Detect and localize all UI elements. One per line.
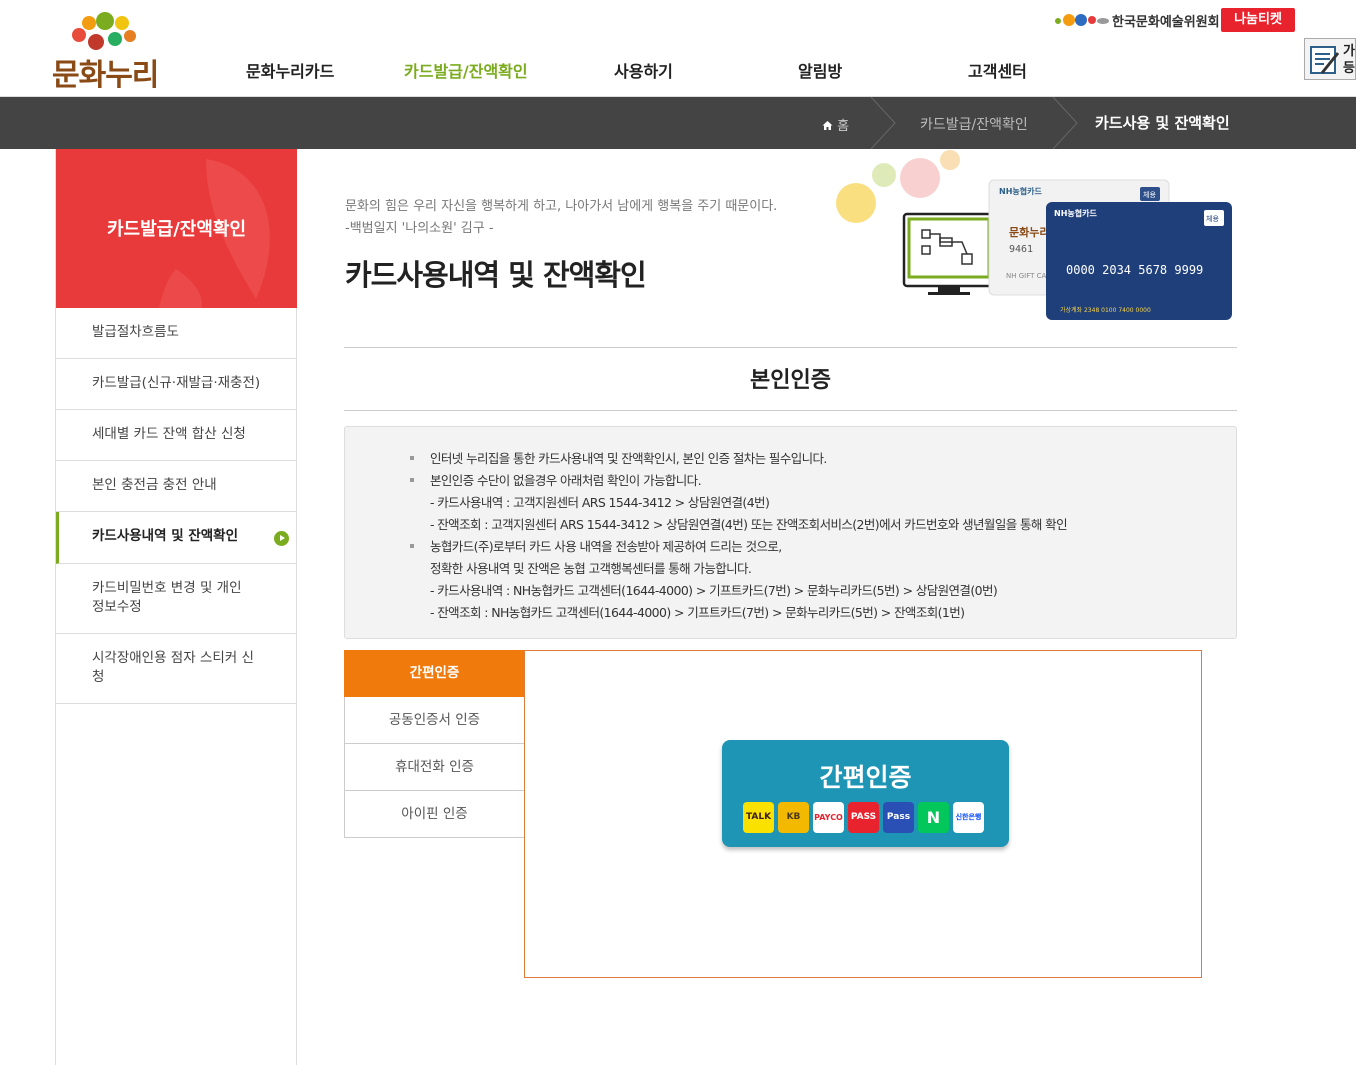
sidebar-item-label: 카드사용내역 및 잔액확인 [92,528,239,544]
side-tab-label: 가 등 [1343,44,1355,76]
nav-item-customer-center[interactable]: 고객센터 [968,58,1027,82]
tab-phone-auth[interactable]: 휴대전화 인증 [344,744,525,791]
breadcrumb-home[interactable]: 홈 [822,115,849,135]
pass-icon: PASS [848,802,879,833]
nav-item-card-issue[interactable]: 카드발급/잔액확인 [404,58,528,82]
easy-auth-title: 간편인증 [819,763,912,792]
payco-icon: PAYCO [813,802,844,833]
divider [344,410,1237,411]
notice-box: 인터넷 누리집을 통한 카드사용내역 및 잔액확인시, 본인 인증 절차는 필수… [344,426,1237,639]
notice-line: 본인인증 수단이 없을경우 아래처럼 확인이 가능합니다. [430,473,702,488]
tab-ipin-auth[interactable]: 아이핀 인증 [344,791,525,838]
shinhan-bank-icon: 신한은행 [953,802,984,833]
nav-item-usage[interactable]: 사용하기 [614,58,673,82]
document-edit-icon [1310,46,1340,74]
section-title: 본인인증 [750,368,831,393]
breadcrumb: 홈 카드발급/잔액확인 카드사용 및 잔액확인 [0,97,1356,149]
sidebar-item-card-issue[interactable]: 카드발급(신규·재발급·재충전) [56,359,297,410]
svg-text:체용: 체용 [1143,191,1156,199]
svg-text:0000 2034 5678 9999: 0000 2034 5678 9999 [1066,263,1203,277]
svg-text:체용: 체용 [1206,215,1219,223]
svg-text:NH농협카드: NH농협카드 [999,186,1042,196]
breadcrumb-section[interactable]: 카드발급/잔액확인 [920,114,1028,134]
arrow-right-icon [274,531,289,546]
sidebar-item-self-charge[interactable]: 본인 충전금 충전 안내 [56,461,297,512]
sidebar-item-password-change[interactable]: 카드비밀번호 변경 및 개인 정보수정 [56,564,297,634]
sidebar-item-household-balance[interactable]: 세대별 카드 잔액 합산 신청 [56,410,297,461]
notice-line: - 카드사용내역 : 고객지원센터 ARS 1544-3412 > 상담원연결(… [430,495,770,510]
quote-line-1: 문화의 힘은 우리 자신을 행복하게 하고, 나아가서 남에게 행복을 주기 때… [345,199,778,214]
nav-item-notice[interactable]: 알림방 [798,58,842,82]
notice-line: - 잔액조회 : 고객지원센터 ARS 1544-3412 > 상담원연결(4번… [430,517,1068,532]
breadcrumb-current[interactable]: 카드사용 및 잔액확인 [1095,112,1230,133]
svg-text:가상계좌 2348 0100 7400 0000: 가상계좌 2348 0100 7400 0000 [1060,306,1151,314]
kakaotalk-icon: TALK [743,802,774,833]
notice-line: 정확한 사용내역 및 잔액은 농협 고객행복센터를 통해 가능합니다. [430,561,752,576]
easy-auth-button[interactable]: 간편인증 TALK KB PAYCO PASS Pass N 신한은행 [722,740,1009,847]
arts-council-link[interactable]: 한국문화예술위원회 [1112,11,1220,30]
logo-text: 문화누리 [52,58,159,93]
side-quick-tab[interactable]: 가 등 [1304,38,1356,80]
home-icon [822,120,833,135]
sidebar-item-usage-balance[interactable]: 카드사용내역 및 잔액확인 [56,512,297,564]
sidebar-title: 카드발급/잔액확인 [106,219,247,240]
svg-text:9461: 9461 [1009,244,1033,255]
sidebar-header: 카드발급/잔액확인 [56,149,297,308]
svg-text:문화누리: 문화누리 [1009,225,1049,239]
hero-illustration: NH농협카드 문화누리 9461 NH GIFT CA 체용 NH농협카드 체용… [834,150,1236,320]
tab-easy-auth[interactable]: 간편인증 [344,650,525,697]
notice-line: 인터넷 누리집을 통한 카드사용내역 및 잔액확인시, 본인 인증 절차는 필수… [430,451,827,466]
bullet-icon [410,478,414,482]
sidebar: 카드발급/잔액확인 발급절차흐름도 카드발급(신규·재발급·재충전) 세대별 카… [55,149,297,1065]
sidebar-menu: 발급절차흐름도 카드발급(신규·재발급·재충전) 세대별 카드 잔액 합산 신청… [56,308,297,704]
notice-line: - 카드사용내역 : NH농협카드 고객센터(1644-4000) > 기프트카… [430,583,998,598]
bullet-icon [410,544,414,548]
quote-line-2: -백범일지 '나의소원' 김구 - [345,221,494,236]
samsung-pass-icon: Pass [883,802,914,833]
notice-line: 농협카드(주)로부터 카드 사용 내역을 전송받아 제공하여 드리는 것으로, [430,539,782,554]
sidebar-item-issue-flow[interactable]: 발급절차흐름도 [56,308,297,359]
card-monitor-illustration-icon: NH농협카드 문화누리 9461 NH GIFT CA 체용 NH농협카드 체용… [836,150,1232,320]
nanum-ticket-link[interactable]: 나눔티켓 [1221,8,1295,32]
nav-item-munhwanuri-card[interactable]: 문화누리카드 [246,58,334,82]
kb-bank-icon: KB [778,802,809,833]
svg-text:NH GIFT CA: NH GIFT CA [1006,272,1047,280]
sidebar-item-braille-sticker[interactable]: 시각장애인용 점자 스티커 신청 [56,634,297,704]
svg-text:NH농협카드: NH농협카드 [1054,208,1097,218]
divider [344,347,1237,348]
site-header: 문화누리 문화누리카드 카드발급/잔액확인 사용하기 알림방 고객센터 한국문화… [0,0,1356,97]
bullet-icon [410,456,414,460]
tab-certificate-auth[interactable]: 공동인증서 인증 [344,697,525,744]
page-title: 카드사용내역 및 잔액확인 [345,258,647,292]
site-logo[interactable]: 문화누리 [52,10,177,93]
naver-icon: N [918,802,949,833]
notice-line: - 잔액조회 : NH농협카드 고객센터(1644-4000) > 기프트카드(… [430,605,965,620]
